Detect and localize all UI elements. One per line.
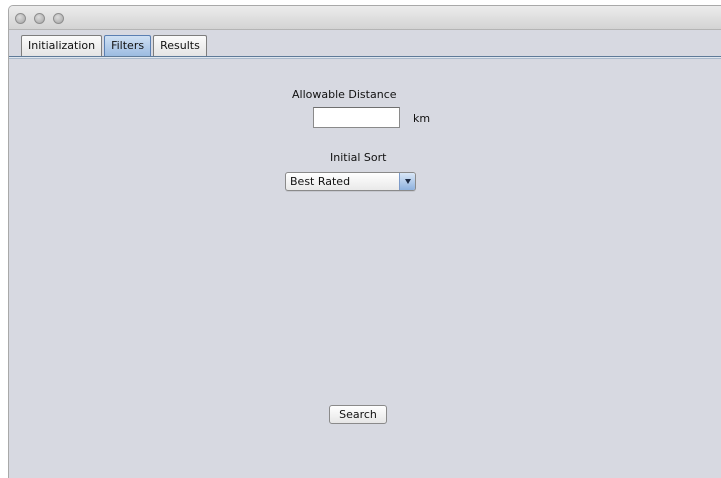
tab-initialization[interactable]: Initialization bbox=[21, 35, 103, 56]
filters-panel: Allowable Distance km Initial Sort Best … bbox=[9, 59, 721, 478]
distance-input[interactable] bbox=[313, 107, 400, 128]
tab-bar: Initialization Filters Results bbox=[21, 35, 209, 57]
allowable-distance-label: Allowable Distance bbox=[292, 88, 397, 101]
app-window: Initialization Filters Results Allowable… bbox=[8, 5, 721, 478]
minimize-icon[interactable] bbox=[34, 13, 45, 24]
search-button[interactable]: Search bbox=[329, 405, 387, 424]
title-bar[interactable] bbox=[9, 6, 721, 30]
zoom-icon[interactable] bbox=[53, 13, 64, 24]
initial-sort-dropdown[interactable]: Best Rated bbox=[285, 172, 416, 191]
initial-sort-value: Best Rated bbox=[290, 175, 351, 188]
chevron-down-icon[interactable] bbox=[399, 173, 415, 190]
tab-filters[interactable]: Filters bbox=[104, 35, 152, 56]
distance-unit-label: km bbox=[413, 112, 431, 125]
tab-results[interactable]: Results bbox=[153, 35, 207, 56]
initial-sort-label: Initial Sort bbox=[330, 151, 387, 164]
close-icon[interactable] bbox=[15, 13, 26, 24]
